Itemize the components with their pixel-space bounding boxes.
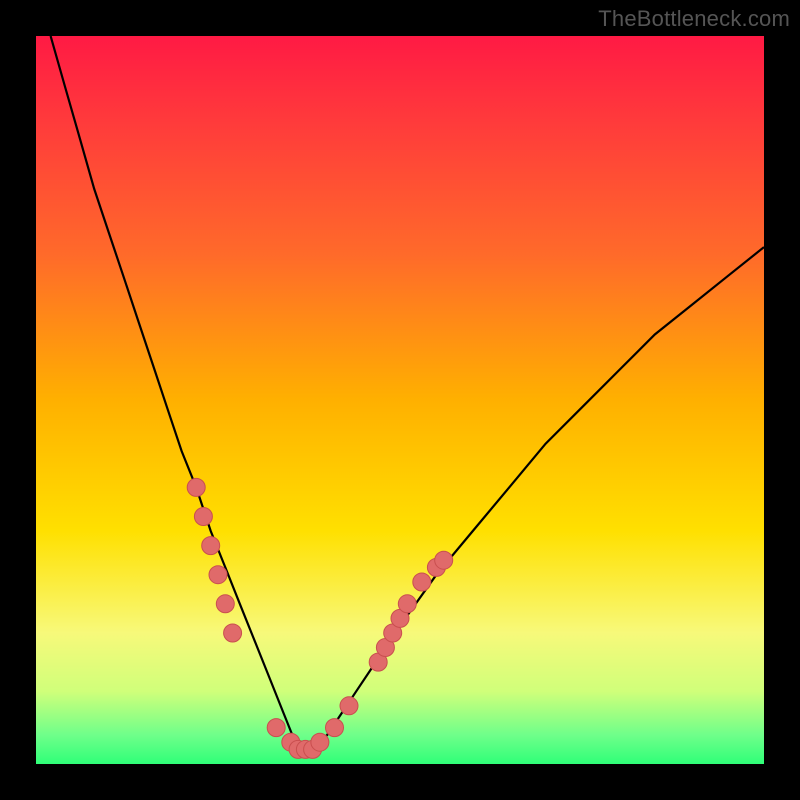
bottleneck-chart xyxy=(36,36,764,764)
data-point xyxy=(326,719,344,737)
data-point xyxy=(311,733,329,751)
data-point xyxy=(209,566,227,584)
data-point xyxy=(216,595,234,613)
data-point xyxy=(202,537,220,555)
data-point xyxy=(187,478,205,496)
data-point xyxy=(340,697,358,715)
watermark-text: TheBottleneck.com xyxy=(598,6,790,32)
data-point xyxy=(224,624,242,642)
data-point xyxy=(398,595,416,613)
data-point xyxy=(267,719,285,737)
data-point xyxy=(194,508,212,526)
data-point xyxy=(413,573,431,591)
chart-frame: TheBottleneck.com xyxy=(0,0,800,800)
data-point xyxy=(435,551,453,569)
plot-area xyxy=(36,36,764,764)
gradient-background xyxy=(36,36,764,764)
